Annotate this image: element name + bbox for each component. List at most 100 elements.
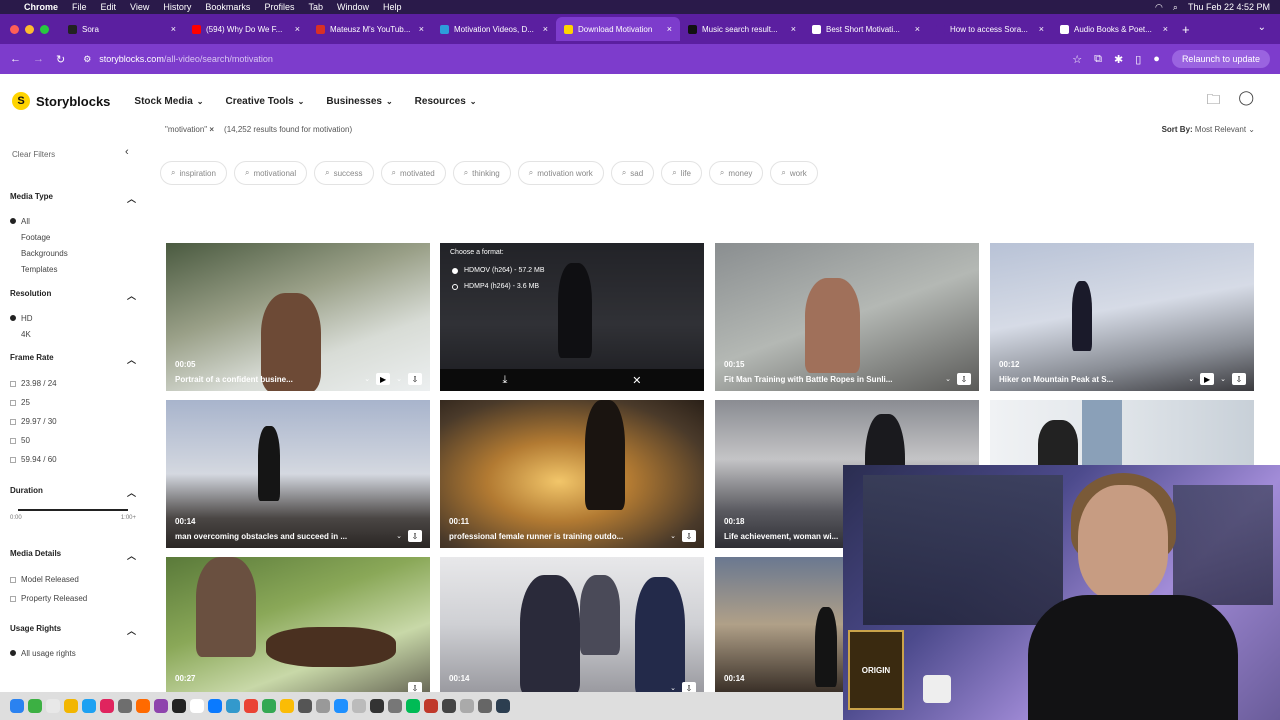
- preview-icon[interactable]: ▶: [1200, 373, 1215, 385]
- media-type-footage[interactable]: Footage: [10, 229, 136, 245]
- search-term-chip[interactable]: "motivation" ×: [165, 125, 214, 134]
- menu-edit[interactable]: Edit: [101, 2, 117, 12]
- collapse-sidebar-icon[interactable]: ‹: [125, 146, 129, 158]
- video-card[interactable]: 00:15 Fit Man Training with Battle Ropes…: [715, 243, 979, 391]
- dock-app-icon[interactable]: [496, 699, 510, 713]
- back-icon[interactable]: ←: [10, 53, 21, 65]
- chevron-up-icon[interactable]: ︿: [127, 353, 136, 366]
- browser-tab[interactable]: Download Motivation ×: [556, 17, 680, 41]
- close-tab-icon[interactable]: ×: [295, 24, 300, 34]
- frame-rate-25[interactable]: 25: [10, 393, 136, 412]
- dock-app-icon[interactable]: [190, 699, 204, 713]
- profile-avatar-icon[interactable]: ●: [1153, 53, 1160, 65]
- preview-icon[interactable]: ▶: [376, 373, 391, 385]
- resolution-4k[interactable]: 4K: [10, 326, 136, 342]
- close-tab-icon[interactable]: ×: [915, 24, 920, 34]
- media-type-templates[interactable]: Templates: [10, 261, 136, 277]
- remove-term-icon[interactable]: ×: [209, 125, 214, 134]
- wifi-icon[interactable]: ◠: [1155, 2, 1163, 13]
- nav-businesses[interactable]: Businesses ⌄: [326, 96, 392, 107]
- search-chip[interactable]: ⌕ motivated: [380, 161, 446, 185]
- tab-search-icon[interactable]: ⌄: [1258, 22, 1266, 33]
- browser-tab[interactable]: Sora ×: [60, 17, 184, 41]
- video-card[interactable]: 00:12 Hiker on Mountain Peak at S... ⌄ ▶ ⌄…: [990, 243, 1254, 391]
- chevron-down-icon[interactable]: ⌄: [670, 684, 676, 692]
- search-chip[interactable]: ⌕ thinking: [452, 161, 511, 185]
- browser-tab[interactable]: (594) Why Do We F... ×: [184, 17, 308, 41]
- download-icon[interactable]: ⇩: [408, 682, 422, 692]
- browser-tab[interactable]: Music search result... ×: [680, 17, 804, 41]
- video-card[interactable]: 00:05 Portrait of a confident busine... …: [166, 243, 430, 391]
- dock-app-icon[interactable]: [298, 699, 312, 713]
- search-chip[interactable]: ⌕ life: [661, 161, 702, 185]
- close-tab-icon[interactable]: ×: [791, 24, 796, 34]
- search-chip[interactable]: ⌕ money: [708, 161, 764, 185]
- dock-app-icon[interactable]: [370, 699, 384, 713]
- chevron-down-icon[interactable]: ⌄: [364, 375, 370, 383]
- chevron-down-icon[interactable]: ⌄: [945, 375, 951, 383]
- chevron-up-icon[interactable]: ︿: [127, 624, 136, 637]
- chevron-down-icon[interactable]: ⌄: [1220, 375, 1226, 383]
- chevron-up-icon[interactable]: ︿: [127, 289, 136, 302]
- close-tab-icon[interactable]: ×: [1039, 24, 1044, 34]
- dock-app-icon[interactable]: [280, 699, 294, 713]
- clock[interactable]: Thu Feb 22 4:52 PM: [1188, 2, 1270, 12]
- menu-profiles[interactable]: Profiles: [264, 2, 294, 12]
- menu-help[interactable]: Help: [383, 2, 402, 12]
- video-card[interactable]: 00:27 ⇩: [166, 557, 430, 692]
- format-option-mp4[interactable]: HDMP4 (h264) - 3.6 MB: [452, 283, 539, 290]
- chevron-up-icon[interactable]: ︿: [127, 549, 136, 562]
- dock-app-icon[interactable]: [478, 699, 492, 713]
- download-icon[interactable]: ⇩: [682, 530, 696, 542]
- new-tab-icon[interactable]: +: [1182, 22, 1190, 37]
- menu-view[interactable]: View: [130, 2, 149, 12]
- close-tab-icon[interactable]: ×: [667, 24, 672, 34]
- format-option-mov[interactable]: HDMOV (h264) - 57.2 MB: [452, 267, 545, 274]
- dock-app-icon[interactable]: [388, 699, 402, 713]
- dock-app-icon[interactable]: [226, 699, 240, 713]
- menu-app-name[interactable]: Chrome: [24, 2, 58, 12]
- dock-app-icon[interactable]: [136, 699, 150, 713]
- chevron-up-icon[interactable]: ︿: [127, 486, 136, 499]
- dock-app-icon[interactable]: [460, 699, 474, 713]
- dock-app-icon[interactable]: [244, 699, 258, 713]
- browser-tab[interactable]: Audio Books & Poet... ×: [1052, 17, 1176, 41]
- address-bar[interactable]: ⚙ storyblocks.com/all-video/search/motiv…: [77, 48, 1060, 70]
- dock-app-icon[interactable]: [100, 699, 114, 713]
- dock-app-icon[interactable]: [262, 699, 276, 713]
- minimize-window-icon[interactable]: [25, 25, 34, 34]
- maximize-window-icon[interactable]: [40, 25, 49, 34]
- search-chip[interactable]: ⌕ motivation work: [517, 161, 604, 185]
- account-icon[interactable]: ◯: [1238, 89, 1254, 113]
- menu-bookmarks[interactable]: Bookmarks: [205, 2, 250, 12]
- download-icon[interactable]: ⇩: [1232, 373, 1246, 385]
- chevron-down-icon[interactable]: ⌄: [670, 532, 676, 540]
- dock-app-icon[interactable]: [82, 699, 96, 713]
- sort-by[interactable]: Sort By: Most Relevant ⌄: [1162, 125, 1255, 134]
- reload-icon[interactable]: ↻: [56, 53, 65, 66]
- dock-app-icon[interactable]: [208, 699, 222, 713]
- storyblocks-logo[interactable]: S Storyblocks: [12, 92, 110, 110]
- nav-resources[interactable]: Resources ⌄: [415, 96, 477, 107]
- resolution-hd[interactable]: HD: [10, 310, 136, 326]
- video-card[interactable]: 00:14 ⌄ ⇩: [440, 557, 704, 692]
- search-chip[interactable]: ⌕ success: [314, 161, 374, 185]
- dock-app-icon[interactable]: [334, 699, 348, 713]
- forward-icon[interactable]: →: [33, 53, 44, 65]
- dock-app-icon[interactable]: [10, 699, 24, 713]
- download-icon[interactable]: ⇩: [682, 682, 696, 692]
- chevron-down-icon[interactable]: ⌄: [396, 532, 402, 540]
- download-icon[interactable]: ⇩: [408, 530, 422, 542]
- dock-app-icon[interactable]: [154, 699, 168, 713]
- frame-rate-50[interactable]: 50: [10, 431, 136, 450]
- dock-app-icon[interactable]: [46, 699, 60, 713]
- close-window-icon[interactable]: [10, 25, 19, 34]
- clear-filters-button[interactable]: Clear Filters: [12, 150, 55, 159]
- dock-app-icon[interactable]: [28, 699, 42, 713]
- nav-stock-media[interactable]: Stock Media ⌄: [134, 96, 203, 107]
- nav-creative-tools[interactable]: Creative Tools ⌄: [225, 96, 304, 107]
- search-chip[interactable]: ⌕ motivational: [233, 161, 308, 185]
- video-card[interactable]: 00:11 professional female runner is trai…: [440, 400, 704, 548]
- chevron-up-icon[interactable]: ︿: [127, 192, 136, 205]
- media-type-all[interactable]: All: [10, 213, 136, 229]
